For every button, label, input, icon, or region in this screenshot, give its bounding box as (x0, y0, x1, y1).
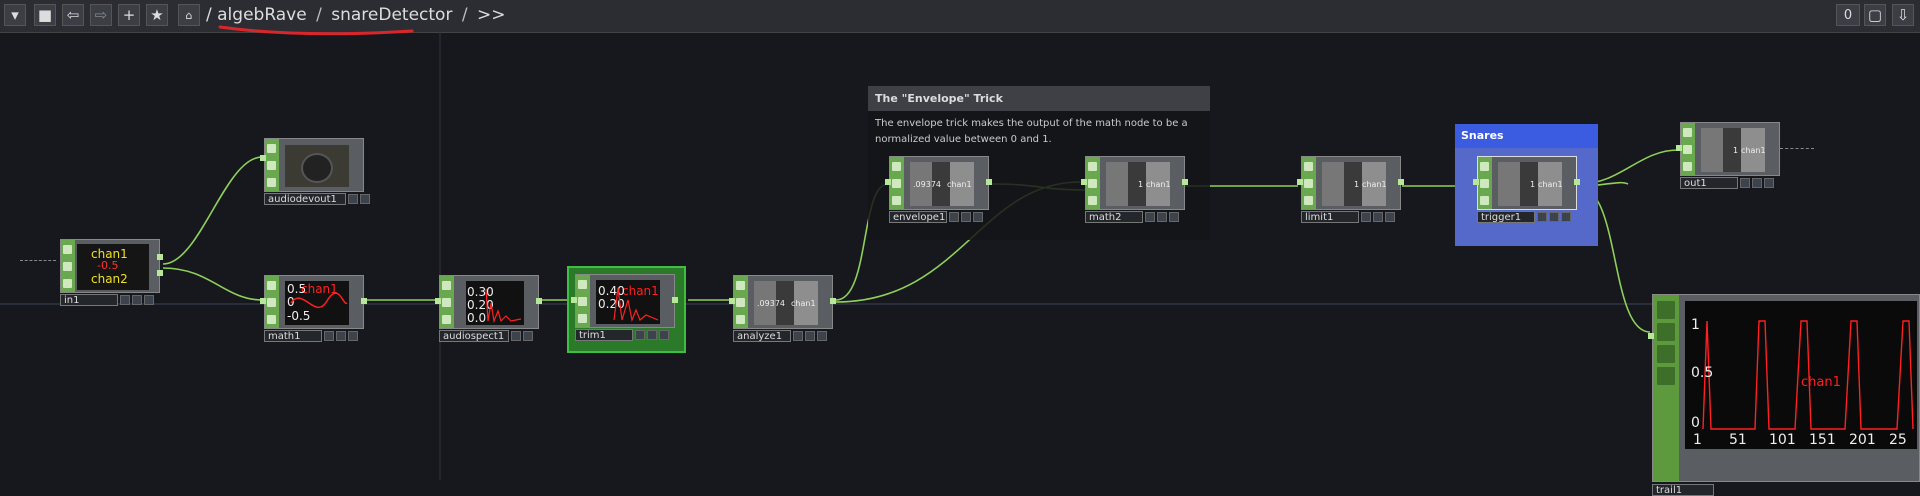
node-flags[interactable] (348, 194, 370, 206)
analyze1-channel: chan1 (791, 299, 816, 308)
math1-waveform (290, 292, 348, 309)
node-label: trail1 (1652, 484, 1714, 496)
annotation-title: The "Envelope" Trick (868, 86, 1210, 111)
trigger1-value: 1 (1530, 180, 1536, 189)
node-label: limit1 (1301, 211, 1359, 223)
node-label: math2 (1085, 211, 1143, 223)
output-dashed-line (1780, 148, 1814, 149)
node-flags[interactable] (1145, 212, 1179, 224)
node-label: in1 (60, 294, 118, 306)
node-label: math1 (264, 330, 322, 342)
out1-channel: chan1 (1741, 146, 1766, 155)
limit1-value: 1 (1354, 180, 1360, 189)
analyze1-value: .09374 (757, 299, 785, 308)
node-flags[interactable] (511, 331, 533, 343)
limit1-channel: chan1 (1362, 180, 1387, 189)
envelope1-value: .09374 (913, 180, 941, 189)
node-label: out1 (1680, 177, 1738, 189)
maximize-icon[interactable]: ▢ (1864, 4, 1886, 26)
node-label: trigger1 (1477, 211, 1535, 223)
node-label: envelope1 (889, 211, 947, 223)
math2-channel: chan1 (1146, 180, 1171, 189)
network-editor[interactable]: chan1 -0.5 chan2 in1 audiodevout1 chan1 (0, 32, 1920, 496)
speaker-thumbnail (301, 153, 333, 183)
node-flags[interactable] (1361, 212, 1395, 224)
math2-value: 1 (1138, 180, 1144, 189)
trigger1-channel: chan1 (1538, 180, 1563, 189)
input-dashed-line (20, 260, 56, 261)
trail1-y-tick: 0 (1691, 415, 1700, 431)
trail1-x-tick: 151 (1809, 432, 1836, 448)
node-label: audiodevout1 (264, 193, 346, 205)
snares-title: Snares (1455, 124, 1598, 148)
audiospect1-spectrum (485, 288, 522, 324)
node-flags[interactable] (324, 331, 358, 343)
node-label: audiospect1 (439, 330, 509, 342)
breadcrumb-separator: / (461, 5, 468, 25)
download-icon[interactable]: ⇩ (1892, 4, 1914, 26)
envelope1-channel: chan1 (947, 180, 972, 189)
in1-channel-label: chan2 (91, 272, 128, 286)
node-flags[interactable] (635, 330, 669, 342)
trail1-x-tick: 1 (1693, 432, 1702, 448)
breadcrumb-more[interactable]: >> (477, 5, 506, 25)
out1-value: 1 (1733, 146, 1739, 155)
trail1-x-tick: 101 (1769, 432, 1796, 448)
in1-value-label: -0.5 (97, 259, 119, 272)
node-label: trim1 (575, 329, 633, 341)
node-label: analyze1 (733, 330, 791, 342)
node-flags[interactable] (1740, 178, 1774, 190)
counter-badge[interactable]: 0 (1836, 4, 1860, 26)
trail1-x-tick: 25 (1889, 432, 1907, 448)
node-flags[interactable] (793, 331, 827, 343)
trail1-channel-label: chan1 (1801, 375, 1841, 390)
trail1-x-tick: 201 (1849, 432, 1876, 448)
trim1-waveform (613, 287, 659, 323)
trail1-y-tick: 0.5 (1691, 365, 1714, 381)
trail1-y-tick: 1 (1691, 317, 1700, 333)
node-flags[interactable] (1537, 212, 1571, 224)
node-flags[interactable] (120, 295, 154, 307)
annotation-body: The envelope trick makes the output of t… (875, 118, 1188, 145)
node-flags[interactable] (949, 212, 983, 224)
trail1-x-tick: 51 (1729, 432, 1747, 448)
